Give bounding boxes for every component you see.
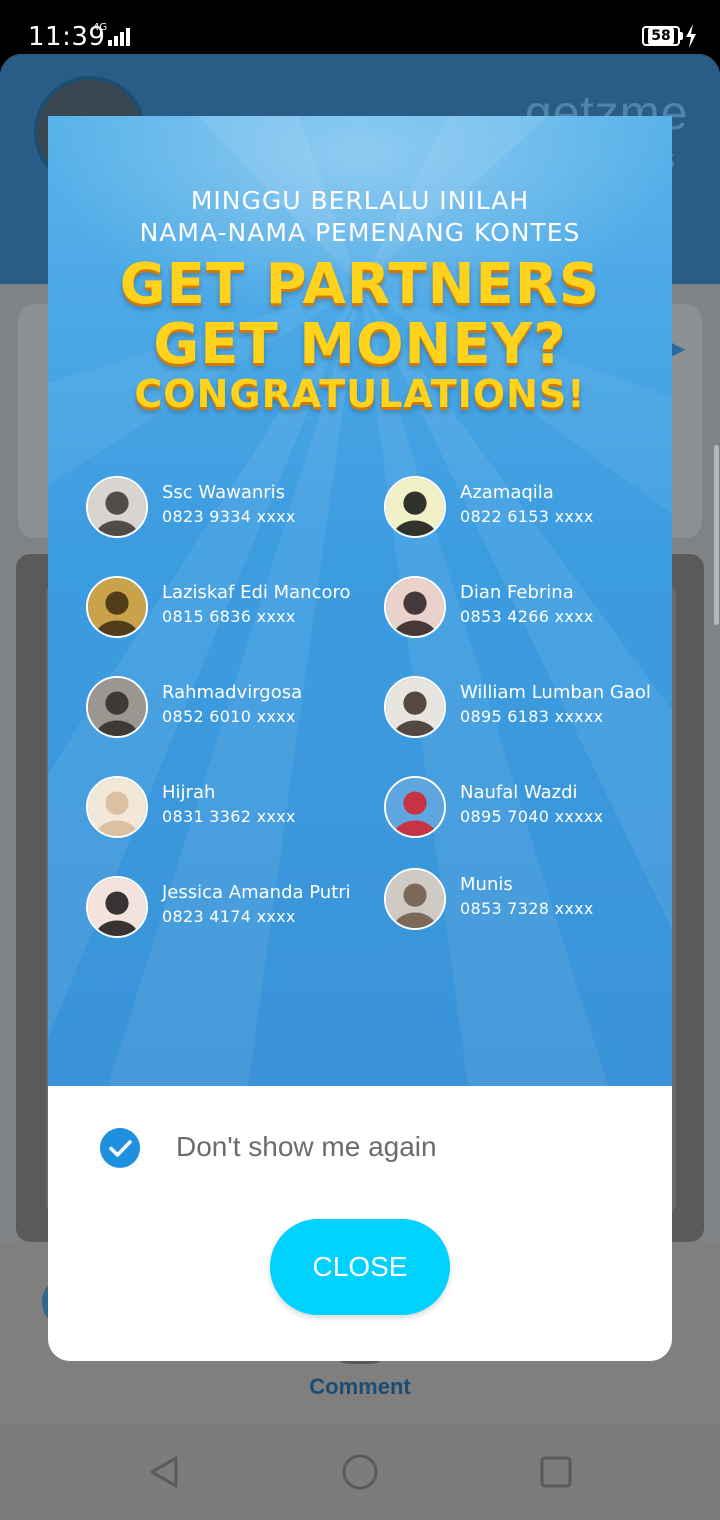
network-type: 4G: [93, 22, 108, 33]
signal-icon: [108, 28, 132, 46]
navigation-bar: [0, 1424, 720, 1520]
winner-phone: 0895 7040 xxxxx: [460, 807, 604, 826]
scrollbar: [714, 445, 719, 625]
winner-name: Naufal Wazdi: [460, 782, 578, 803]
recents-icon[interactable]: [536, 1452, 576, 1492]
winner-phone: 0822 6153 xxxx: [460, 507, 594, 526]
comment-label: Comment: [309, 1374, 411, 1399]
winner-phone: 0853 7328 xxxx: [460, 899, 594, 918]
winner-name: Dian Febrina: [460, 582, 574, 603]
banner-line-1: MINGGU BERLALU INILAH: [190, 186, 530, 215]
winner-avatar: [384, 676, 446, 738]
battery-cap: [680, 32, 683, 40]
winner-phone: 0823 9334 xxxx: [162, 507, 296, 526]
winner-name: Hijrah: [162, 782, 216, 803]
winner-avatar: [86, 476, 148, 538]
winners-popup: MINGGU BERLALU INILAH NAMA-NAMA PEMENANG…: [48, 116, 672, 1361]
winner-name: Jessica Amanda Putri: [162, 882, 351, 903]
winner-name: Azamaqila: [460, 482, 554, 503]
winner-name: Ssc Wawanris: [162, 482, 286, 503]
winner-avatar: [86, 676, 148, 738]
winner-avatar: [86, 776, 148, 838]
headline-2: GET MONEY?: [153, 312, 567, 377]
winner-avatar: [384, 576, 446, 638]
battery-icon: 58: [642, 26, 680, 46]
headline-3: CONGRATULATIONS!: [134, 372, 586, 416]
winner-name: William Lumban Gaol: [460, 682, 651, 703]
winner-phone: 0852 6010 xxxx: [162, 707, 296, 726]
dont-show-checkbox[interactable]: [100, 1128, 140, 1168]
winner-name: Munis: [460, 874, 513, 895]
headline-1: GET PARTNERS: [119, 252, 601, 317]
winners-banner: MINGGU BERLALU INILAH NAMA-NAMA PEMENANG…: [48, 116, 672, 1086]
back-icon[interactable]: [144, 1452, 184, 1492]
home-icon[interactable]: [340, 1452, 380, 1492]
winner-phone: 0853 4266 xxxx: [460, 607, 594, 626]
banner-line-2: NAMA-NAMA PEMENANG KONTES: [139, 218, 581, 247]
winner-phone: 0823 4174 xxxx: [162, 907, 296, 926]
chevron-right-icon: ▶: [670, 338, 686, 360]
winner-name: Rahmadvirgosa: [162, 682, 303, 703]
winner-avatar: [86, 876, 148, 938]
winner-phone: 0815 6836 xxxx: [162, 607, 296, 626]
checkbox-checked-icon: [109, 1140, 132, 1157]
charging-icon: [686, 24, 696, 48]
dont-show-label[interactable]: Don't show me again: [176, 1131, 437, 1163]
winner-phone: 0831 3362 xxxx: [162, 807, 296, 826]
winner-avatar: [384, 476, 446, 538]
close-button[interactable]: CLOSE: [270, 1219, 450, 1315]
winner-avatar: [384, 776, 446, 838]
winner-phone: 0895 6183 xxxxx: [460, 707, 604, 726]
winner-avatar: [86, 576, 148, 638]
winner-name: Laziskaf Edi Mancoro: [162, 582, 351, 603]
battery-level: 58: [648, 28, 674, 44]
winner-avatar: [384, 868, 446, 930]
